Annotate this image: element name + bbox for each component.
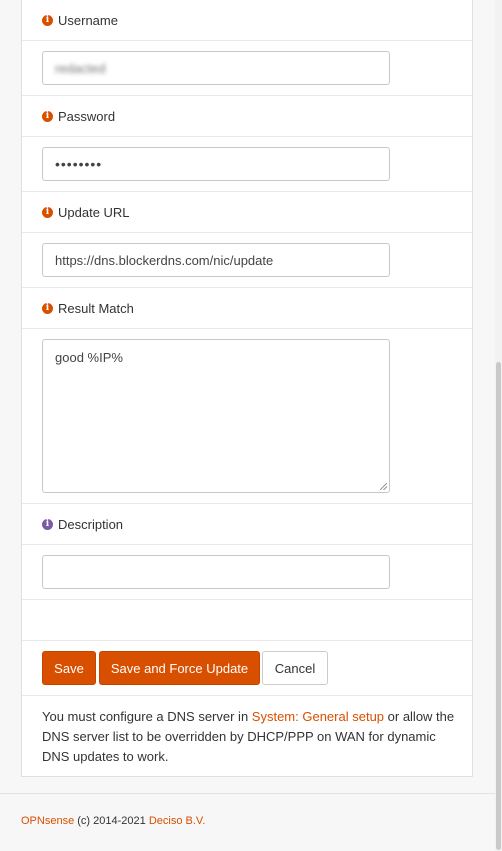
password-label: Password [58,108,116,124]
username-label-row: i Username [42,11,118,29]
divider [22,136,472,137]
result-match-label-row: i Result Match [42,299,134,317]
note-text-1: You must configure a DNS server in [42,709,252,724]
deciso-link[interactable]: Deciso B.V. [149,815,205,827]
divider [22,695,472,696]
result-match-value: good %IP% [55,350,123,365]
footer-divider [0,793,495,794]
cancel-button[interactable]: Cancel [262,651,328,685]
divider [22,503,472,504]
description-label-row: i Description [42,515,123,533]
username-input[interactable]: redacted [42,51,390,85]
divider [22,640,472,641]
divider [22,191,472,192]
copyright-text: (c) 2014-2021 [74,815,149,827]
divider [22,328,472,329]
opnsense-link[interactable]: OPNsense [21,815,74,827]
info-circle-icon[interactable]: i [42,14,53,26]
resize-handle-icon[interactable] [380,483,387,490]
divider [22,40,472,41]
footer: OPNsense (c) 2014-2021 Deciso B.V. [21,815,205,827]
result-match-label: Result Match [58,300,134,316]
password-input[interactable]: •••••••• [42,147,390,181]
save-button[interactable]: Save [42,651,96,685]
save-and-force-update-button[interactable]: Save and Force Update [99,651,260,685]
username-label: Username [58,12,118,28]
result-match-textarea[interactable]: good %IP% [42,339,390,493]
description-label: Description [58,516,124,532]
divider [22,544,472,545]
password-value: •••••••• [55,156,103,172]
update-url-input[interactable]: https://dns.blockerdns.com/nic/update [42,243,390,277]
info-circle-icon[interactable]: i [42,518,53,530]
general-setup-link[interactable]: System: General setup [252,709,384,724]
username-value: redacted [55,60,106,76]
divider [22,95,472,96]
divider [22,287,472,288]
scrollbar-thumb[interactable] [496,362,501,850]
dns-config-note: You must configure a DNS server in Syste… [42,707,462,767]
update-url-value: https://dns.blockerdns.com/nic/update [55,252,274,268]
password-label-row: i Password [42,107,115,125]
form-panel: i Username redacted i Password •••••••• … [21,0,473,777]
info-circle-icon[interactable]: i [42,206,53,218]
update-url-label-row: i Update URL [42,203,130,221]
info-circle-icon[interactable]: i [42,110,53,122]
divider [22,599,472,600]
description-input[interactable] [42,555,390,589]
info-circle-icon[interactable]: i [42,302,53,314]
update-url-label: Update URL [58,204,130,220]
divider [22,232,472,233]
